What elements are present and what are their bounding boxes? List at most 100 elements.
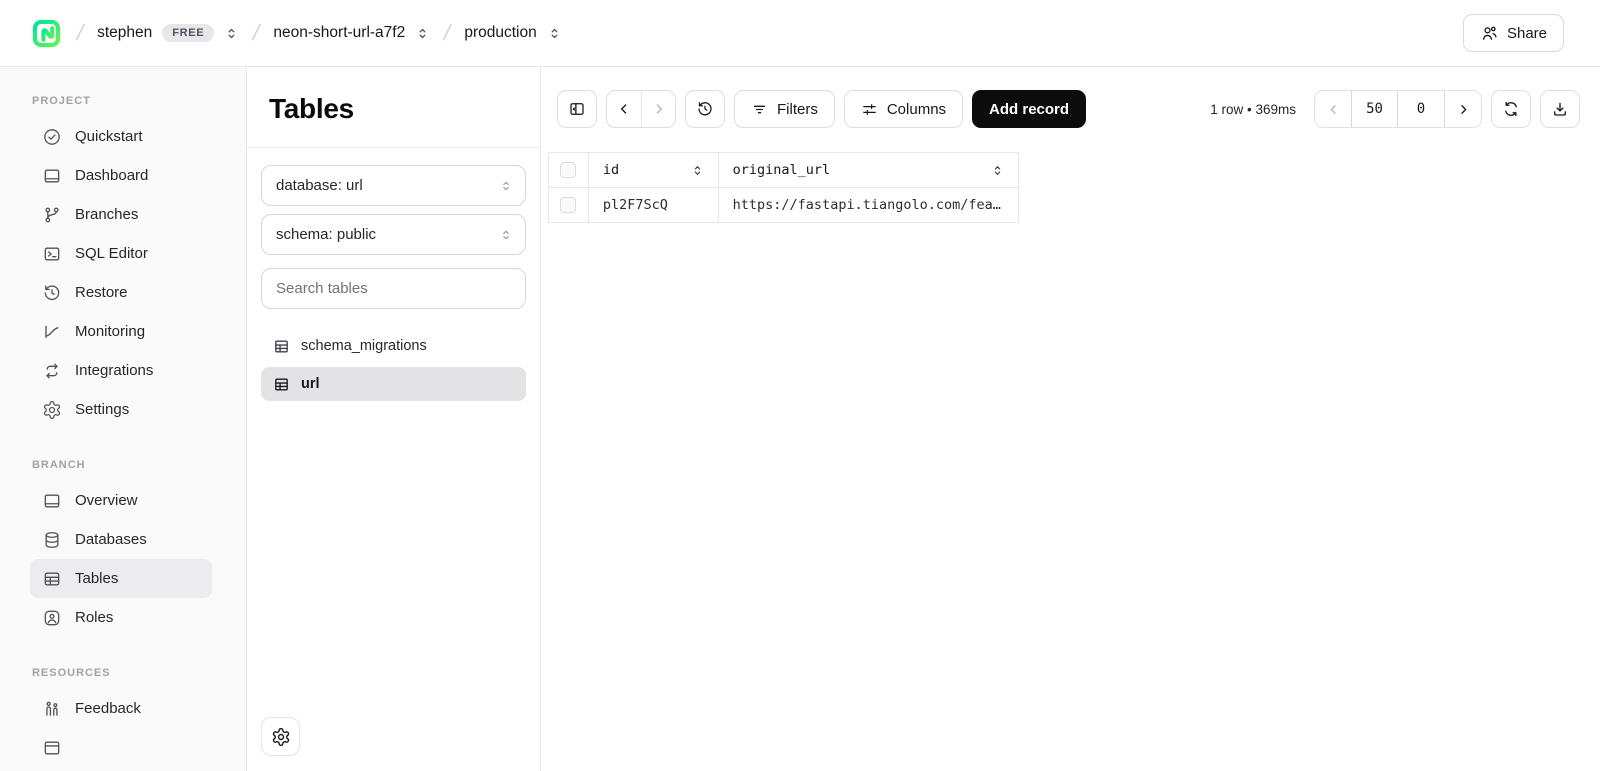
add-record-button[interactable]: Add record	[972, 90, 1086, 128]
sidebar-item-label: Overview	[75, 492, 138, 509]
sidebar-item-label: Monitoring	[75, 323, 145, 340]
terminal-square-icon	[42, 244, 62, 264]
column-label: id	[603, 162, 619, 178]
table-row[interactable]: pl2F7ScQ https://fastapi.tiangolo.com/fe…	[549, 188, 1019, 223]
pagination-group: 50 0	[1314, 90, 1482, 128]
sidebar-item-overview[interactable]: Overview	[30, 481, 212, 520]
database-select-value: database: url	[276, 177, 363, 194]
row-checkbox[interactable]	[560, 197, 576, 213]
chevron-updown-icon	[224, 26, 239, 41]
plan-badge: FREE	[162, 24, 214, 42]
chevron-right-icon	[1456, 102, 1471, 117]
columns-button[interactable]: Columns	[844, 90, 963, 128]
sort-icon[interactable]	[691, 164, 704, 177]
account-switcher[interactable]: stephen FREE	[97, 24, 239, 42]
cell-id[interactable]: pl2F7ScQ	[589, 188, 719, 222]
section-title-branch: Branch	[0, 459, 246, 471]
gear-icon	[42, 400, 62, 420]
table-data-view: Filters Columns Add record 1 row • 369ms…	[541, 67, 1600, 771]
panel-settings-button[interactable]	[261, 717, 300, 756]
sidebar-item-label: Branches	[75, 206, 138, 223]
sidebar-item-label: Databases	[75, 531, 147, 548]
breadcrumb: / stephen FREE / neon-short-url-a7f2 / p…	[30, 17, 1463, 50]
panel-title-block: Tables	[247, 67, 540, 148]
sidebar-item-integrations[interactable]: Integrations	[30, 351, 212, 390]
neon-logo-icon[interactable]	[30, 17, 63, 50]
tables-panel: Tables database: url schema: public sche…	[247, 67, 541, 771]
row-checkbox-cell	[549, 188, 589, 222]
git-branch-icon	[42, 205, 62, 225]
previous-page-button[interactable]	[1315, 91, 1351, 127]
cell-original-url[interactable]: https://fastapi.tiangolo.com/fea…	[719, 188, 1019, 222]
history-icon	[696, 100, 714, 118]
branch-nav: Overview Databases Tables Roles	[0, 481, 246, 637]
sidebar-item-settings[interactable]: Settings	[30, 390, 212, 429]
sidebar-item-feedback[interactable]: Feedback	[30, 689, 212, 728]
refresh-button[interactable]	[1491, 90, 1531, 128]
people-icon	[42, 699, 62, 719]
resources-nav: Feedback	[0, 689, 246, 767]
panel-controls: database: url schema: public	[247, 148, 540, 319]
document-icon	[42, 738, 62, 758]
page-title: Tables	[269, 93, 518, 125]
share-button[interactable]: Share	[1463, 14, 1564, 52]
sidebar-item-monitoring[interactable]: Monitoring	[30, 312, 212, 351]
grid-header-row: id original_url	[549, 153, 1019, 188]
database-icon	[42, 530, 62, 550]
filters-button[interactable]: Filters	[734, 90, 835, 128]
sidebar-item-databases[interactable]: Databases	[30, 520, 212, 559]
previous-row-button[interactable]	[607, 91, 641, 127]
result-summary: 1 row • 369ms	[1210, 102, 1296, 117]
page-size-input[interactable]: 50	[1351, 91, 1398, 127]
sidebar-item-partial[interactable]	[30, 728, 212, 767]
sidebar-item-branches[interactable]: Branches	[30, 195, 212, 234]
history-button[interactable]	[685, 90, 725, 128]
sidebar-item-label: SQL Editor	[75, 245, 148, 262]
top-header: / stephen FREE / neon-short-url-a7f2 / p…	[0, 0, 1600, 67]
table-name: url	[301, 376, 320, 392]
filters-label: Filters	[777, 101, 818, 118]
breadcrumb-separator: /	[74, 20, 86, 46]
download-icon	[1551, 100, 1569, 118]
sidebar-item-label: Dashboard	[75, 167, 148, 184]
history-icon	[42, 283, 62, 303]
sidebar-item-tables[interactable]: Tables	[30, 559, 212, 598]
download-button[interactable]	[1540, 90, 1580, 128]
data-toolbar: Filters Columns Add record 1 row • 369ms…	[541, 67, 1600, 128]
sort-icon[interactable]	[991, 164, 1004, 177]
sidebar-item-label: Integrations	[75, 362, 153, 379]
collapse-panel-button[interactable]	[557, 90, 597, 128]
next-page-button[interactable]	[1445, 91, 1481, 127]
columns-label: Columns	[887, 101, 946, 118]
table-list-item-schema-migrations[interactable]: schema_migrations	[261, 329, 526, 363]
account-name: stephen	[97, 24, 152, 42]
sidebar-item-dashboard[interactable]: Dashboard	[30, 156, 212, 195]
database-select[interactable]: database: url	[261, 165, 526, 206]
table-icon	[273, 376, 290, 393]
table-list-item-url[interactable]: url	[261, 367, 526, 401]
sidebar-item-sql-editor[interactable]: SQL Editor	[30, 234, 212, 273]
chart-line-icon	[42, 322, 62, 342]
select-all-checkbox[interactable]	[560, 162, 576, 178]
schema-select[interactable]: schema: public	[261, 214, 526, 255]
page-offset-input[interactable]: 0	[1398, 91, 1445, 127]
search-tables-input[interactable]	[261, 268, 526, 309]
column-header-original-url[interactable]: original_url	[719, 153, 1019, 187]
refresh-icon	[1502, 100, 1520, 118]
branch-switcher[interactable]: production	[464, 24, 561, 42]
sidebar-item-label: Roles	[75, 609, 113, 626]
sidebar-item-restore[interactable]: Restore	[30, 273, 212, 312]
column-header-id[interactable]: id	[589, 153, 719, 187]
window-icon	[42, 491, 62, 511]
gear-icon	[271, 727, 291, 747]
sidebar-item-label: Tables	[75, 570, 118, 587]
section-title-project: Project	[0, 95, 246, 107]
sidebar: Project Quickstart Dashboard Branches SQ…	[0, 67, 247, 771]
project-name: neon-short-url-a7f2	[273, 24, 405, 42]
user-square-icon	[42, 608, 62, 628]
filter-icon	[751, 101, 768, 118]
sidebar-item-roles[interactable]: Roles	[30, 598, 212, 637]
next-row-button[interactable]	[641, 91, 675, 127]
project-switcher[interactable]: neon-short-url-a7f2	[273, 24, 430, 42]
sidebar-item-quickstart[interactable]: Quickstart	[30, 117, 212, 156]
